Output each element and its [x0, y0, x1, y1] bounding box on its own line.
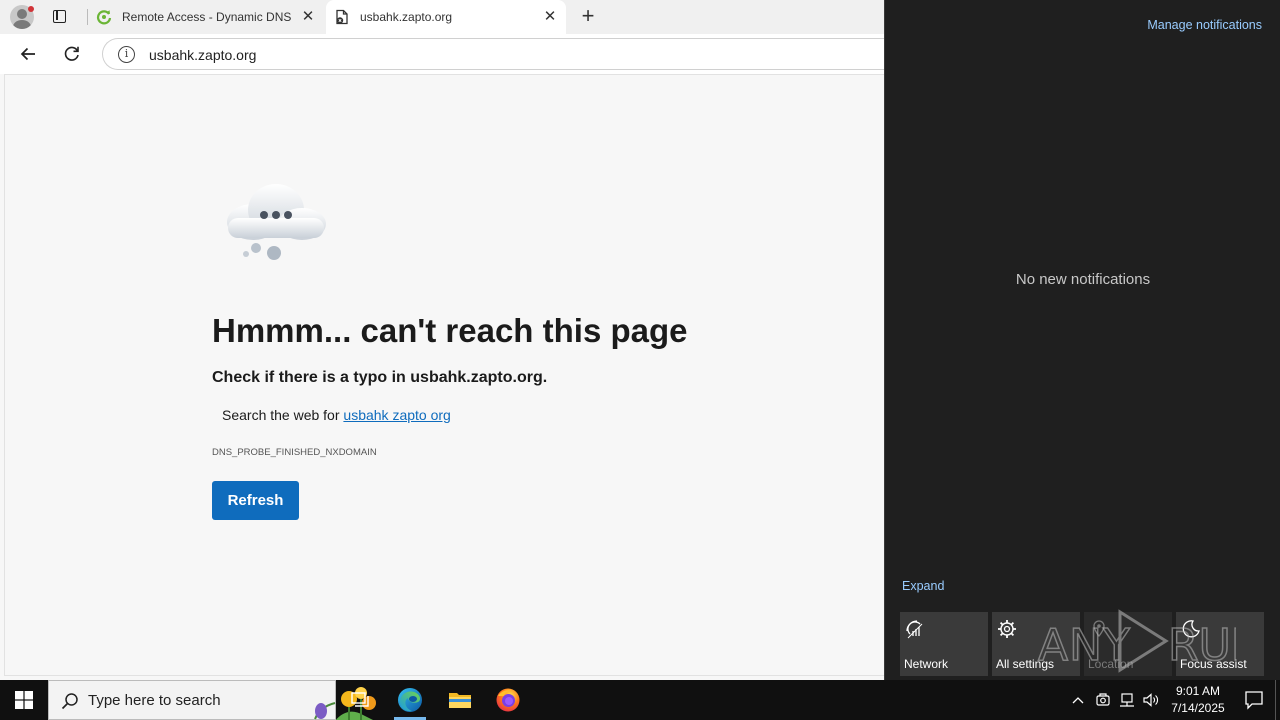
tab-close-icon[interactable]: ✕ [542, 9, 558, 25]
speaker-icon [1143, 693, 1158, 707]
document-error-icon [336, 9, 348, 25]
noip-refresh-icon [96, 10, 112, 25]
edge-icon [398, 688, 422, 712]
tab-title: Remote Access - Dynamic DNS - C [122, 10, 292, 24]
taskbar-search-box[interactable]: Type here to search [48, 680, 376, 720]
quick-action-label: Network [904, 657, 949, 671]
browser-toolbar: i usbahk.zapto.org [0, 34, 902, 74]
back-button[interactable] [14, 40, 42, 68]
gear-icon [998, 620, 1016, 638]
taskbar-edge[interactable] [386, 680, 434, 720]
taskbar-file-explorer[interactable] [436, 680, 484, 720]
clock-time: 9:01 AM [1175, 684, 1221, 698]
tray-volume[interactable] [1140, 680, 1162, 720]
windows-logo-icon [15, 691, 33, 709]
tab-remote-access[interactable]: Remote Access - Dynamic DNS - C ✕ [88, 0, 324, 34]
search-suggestion: Search the web for usbahk zapto org [222, 407, 451, 423]
task-view-button[interactable] [336, 680, 384, 720]
error-code: DNS_PROBE_FINISHED_NXDOMAIN [212, 447, 377, 458]
tab-title: usbahk.zapto.org [360, 10, 453, 24]
thinking-cloud-icon [227, 184, 326, 260]
address-url[interactable]: usbahk.zapto.org [149, 47, 256, 63]
clock-date: 7/14/2025 [1171, 701, 1225, 715]
browser-tab-bar: Remote Access - Dynamic DNS - C ✕ usbahk… [0, 0, 884, 34]
new-tab-button[interactable]: + [578, 5, 598, 28]
site-info-icon[interactable]: i [118, 46, 135, 63]
tab-usbahk[interactable]: usbahk.zapto.org ✕ [326, 0, 566, 34]
profile-alert-badge [28, 6, 34, 12]
notification-icon [1245, 691, 1263, 710]
network-icon [906, 620, 923, 639]
show-desktop-button[interactable] [1275, 680, 1280, 720]
file-explorer-icon [449, 693, 471, 708]
chevron-up-icon [1072, 697, 1084, 704]
error-heading: Hmmm... can't reach this page [212, 312, 688, 349]
task-view-icon [351, 692, 369, 707]
expand-link[interactable]: Expand [902, 579, 944, 593]
tab-actions-menu-icon[interactable] [50, 7, 70, 27]
show-hidden-icons-button[interactable] [1068, 680, 1088, 720]
firefox-icon [496, 688, 520, 712]
tray-network[interactable] [1116, 680, 1138, 720]
anyrun-watermark-logo: ANY RUN [1037, 609, 1236, 673]
taskbar-clock[interactable]: 9:01 AM 7/14/2025 [1164, 683, 1232, 717]
svg-text:RUN: RUN [1168, 620, 1236, 671]
action-center-button[interactable] [1232, 680, 1276, 720]
network-wired-icon [1120, 693, 1134, 707]
action-center-panel: Manage notifications No new notification… [884, 0, 1280, 680]
tab-close-icon[interactable]: ✕ [300, 9, 316, 25]
reload-button[interactable] [58, 40, 86, 68]
taskbar: Type here to search 9:01 AM 7/14/2025 [0, 680, 1280, 720]
refresh-button[interactable]: Refresh [212, 481, 299, 520]
address-bar[interactable]: i usbahk.zapto.org [102, 38, 902, 70]
svg-text:ANY: ANY [1038, 620, 1131, 671]
tray-meet-now[interactable] [1092, 680, 1114, 720]
search-prefix-text: Search the web for [222, 407, 340, 423]
webcam-icon [1096, 693, 1110, 706]
reload-icon [64, 46, 79, 61]
start-button[interactable] [0, 680, 48, 720]
taskbar-firefox[interactable] [484, 680, 532, 720]
back-arrow-icon [20, 47, 35, 61]
search-icon [61, 693, 78, 710]
typo-message: Check if there is a typo in usbahk.zapto… [212, 369, 548, 386]
search-placeholder: Type here to search [88, 692, 221, 709]
manage-notifications-link[interactable]: Manage notifications [1147, 18, 1262, 32]
no-notifications-text: No new notifications [1015, 271, 1151, 288]
quick-action-network[interactable]: Network [900, 612, 988, 676]
search-web-link[interactable]: usbahk zapto org [343, 407, 450, 423]
